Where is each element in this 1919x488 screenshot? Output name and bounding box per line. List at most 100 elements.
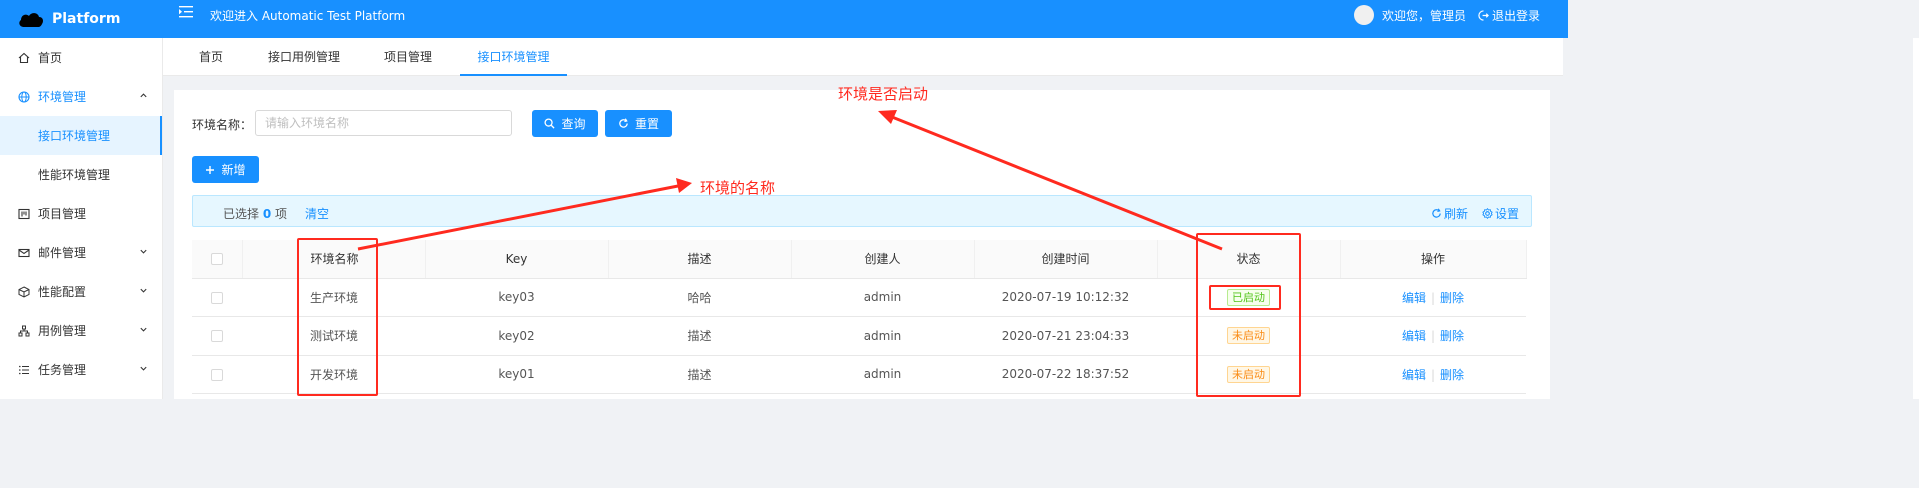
row-checkbox[interactable] <box>211 368 223 381</box>
mail-icon <box>18 247 30 259</box>
sidebar-item-home[interactable]: 首页 <box>0 38 162 77</box>
cell-desc: 描述 <box>608 355 791 394</box>
annotation-box-status-badge <box>1209 285 1281 310</box>
menu-collapse-icon[interactable] <box>178 4 194 20</box>
env-table: 环境名称 Key 描述 创建人 创建时间 状态 操作 生产环境 key03 哈哈… <box>192 240 1527 394</box>
row-checkbox[interactable] <box>211 330 223 343</box>
logo-text: Platform <box>52 11 121 27</box>
cell-actions: 编辑 | 删除 <box>1340 278 1526 317</box>
chevron-down-icon <box>140 327 147 332</box>
cell-desc: 哈哈 <box>608 278 791 317</box>
table-row: 测试环境 key02 描述 admin 2020-07-21 23:04:33 … <box>192 316 1526 356</box>
plus-icon <box>206 165 215 174</box>
sidebar-item-label: 性能配置 <box>38 285 87 299</box>
sidebar-item-cases[interactable]: 用例管理 <box>0 311 162 350</box>
sidebar: 首页 环境管理 接口环境管理 性能环境管理 项目管理 邮件管理 性能配置 用例管… <box>0 38 163 399</box>
sidebar-item-env-management[interactable]: 环境管理 <box>0 77 162 116</box>
top-header: Platform 欢迎进入 Automatic Test Platform 欢迎… <box>0 0 1568 38</box>
sidebar-item-perf-env[interactable]: 性能环境管理 <box>0 155 162 194</box>
cell-key: key01 <box>425 355 608 394</box>
chevron-down-icon <box>140 366 147 371</box>
refresh-icon <box>1432 208 1441 218</box>
project-icon <box>18 208 30 220</box>
logout-button[interactable]: 退出登录 <box>1478 7 1540 24</box>
cell-created: 2020-07-22 18:37:52 <box>974 355 1157 394</box>
row-checkbox[interactable] <box>211 291 223 304</box>
sidebar-item-perf-config[interactable]: 性能配置 <box>0 272 162 311</box>
cell-creator: admin <box>791 278 974 317</box>
reset-label: 重置 <box>634 117 659 131</box>
cell-creator: admin <box>791 316 974 356</box>
edit-link[interactable]: 编辑 <box>1402 368 1426 382</box>
selection-summary: 已选择 0 项 <box>223 205 287 222</box>
chevron-down-icon <box>140 288 147 293</box>
search-label: 环境名称： <box>192 118 253 132</box>
edit-link[interactable]: 编辑 <box>1402 329 1426 343</box>
logo[interactable]: Platform <box>18 0 120 38</box>
sidebar-item-label: 项目管理 <box>38 207 87 221</box>
cell-actions: 编辑 | 删除 <box>1340 316 1526 356</box>
sidebar-item-label: 接口环境管理 <box>38 129 111 143</box>
query-button[interactable]: 查询 <box>532 110 598 137</box>
row-select-cell <box>192 278 242 317</box>
refresh-label: 刷新 <box>1443 207 1468 221</box>
delete-link[interactable]: 删除 <box>1440 329 1464 343</box>
edit-link[interactable]: 编辑 <box>1402 291 1426 305</box>
cell-key: key02 <box>425 316 608 356</box>
cell-desc: 描述 <box>608 316 791 356</box>
select-all-checkbox[interactable] <box>210 253 223 266</box>
page-scrollbar[interactable] <box>1913 38 1919 399</box>
settings-label: 设置 <box>1494 207 1519 221</box>
refresh-button[interactable]: 刷新 <box>1431 205 1468 222</box>
tab-api-cases[interactable]: 接口用例管理 <box>265 38 343 76</box>
gear-icon <box>1482 208 1493 219</box>
sidebar-item-label: 首页 <box>38 51 63 65</box>
row-select-cell <box>192 355 242 394</box>
table-row: 生产环境 key03 哈哈 admin 2020-07-19 10:12:32 … <box>192 278 1526 317</box>
list-icon <box>18 364 30 376</box>
tab-projects[interactable]: 项目管理 <box>381 38 435 76</box>
tab-api-env[interactable]: 接口环境管理 <box>460 38 567 76</box>
settings-button[interactable]: 设置 <box>1482 205 1519 222</box>
column-header-actions: 操作 <box>1340 240 1527 279</box>
delete-link[interactable]: 删除 <box>1440 291 1464 305</box>
action-divider: | <box>1430 367 1436 382</box>
welcome-message: 欢迎进入 Automatic Test Platform <box>210 9 406 23</box>
select-all-cell <box>192 240 243 279</box>
cell-actions: 编辑 | 删除 <box>1340 355 1526 394</box>
row-select-cell <box>192 316 242 356</box>
sidebar-item-api-env[interactable]: 接口环境管理 <box>0 116 162 155</box>
home-icon <box>18 52 30 64</box>
annotation-box-status-column <box>1196 233 1301 397</box>
cell-created: 2020-07-21 23:04:33 <box>974 316 1157 356</box>
add-button[interactable]: 新增 <box>192 156 259 183</box>
delete-link[interactable]: 删除 <box>1440 368 1464 382</box>
env-name-input[interactable] <box>255 110 512 136</box>
sidebar-item-label: 性能环境管理 <box>38 168 111 182</box>
clear-selection-link[interactable]: 清空 <box>305 205 329 222</box>
column-header-created: 创建时间 <box>974 240 1158 279</box>
chevron-up-icon <box>140 93 147 98</box>
reset-button[interactable]: 重置 <box>605 110 672 137</box>
avatar[interactable] <box>1353 5 1374 25</box>
sidebar-item-projects[interactable]: 项目管理 <box>0 194 162 233</box>
sidebar-item-mail[interactable]: 邮件管理 <box>0 233 162 272</box>
sidebar-item-tasks[interactable]: 任务管理 <box>0 350 162 389</box>
cell-created: 2020-07-19 10:12:32 <box>974 278 1157 317</box>
cluster-icon <box>18 325 30 337</box>
column-header-desc: 描述 <box>608 240 792 279</box>
column-header-key: Key <box>425 240 609 279</box>
user-area: 欢迎您，管理员 退出登录 <box>1353 0 1540 30</box>
content-card: 环境名称： 查询 重置 新增 已选择 0 项 清空 刷新 设置 <box>174 90 1550 399</box>
query-label: 查询 <box>561 117 586 131</box>
selection-suffix: 项 <box>275 207 288 221</box>
sidebar-item-label: 邮件管理 <box>38 246 87 260</box>
table-row: 开发环境 key01 描述 admin 2020-07-22 18:37:52 … <box>192 355 1526 394</box>
logout-icon <box>1478 9 1489 21</box>
reload-icon <box>619 118 628 128</box>
tab-home[interactable]: 首页 <box>187 38 235 76</box>
logout-label: 退出登录 <box>1491 8 1540 23</box>
user-greeting: 欢迎您，管理员 <box>1381 8 1466 23</box>
selection-alert: 已选择 0 项 清空 刷新 设置 <box>192 195 1532 227</box>
annotation-name-note: 环境的名称 <box>700 179 776 197</box>
